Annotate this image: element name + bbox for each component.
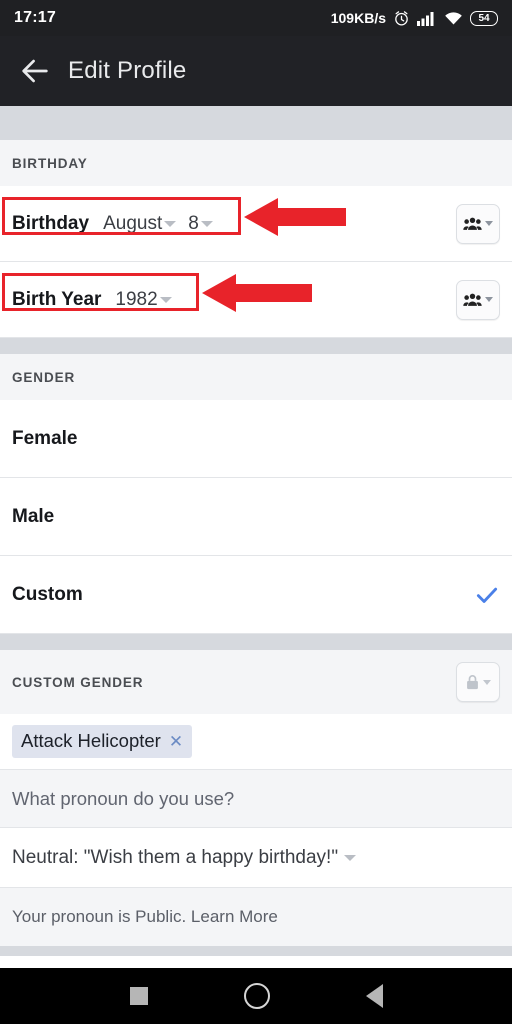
chevron-down-icon — [483, 679, 491, 685]
pronoun-placeholder-label: What pronoun do you use? — [12, 787, 235, 809]
birth-year-value[interactable]: 1982 — [115, 289, 157, 311]
pronoun-value[interactable]: Neutral: "Wish them a happy birthday!" — [12, 847, 338, 869]
section-header-label: BIRTHDAY — [12, 155, 88, 171]
wifi-icon — [444, 11, 463, 26]
page-title: Edit Profile — [68, 57, 187, 84]
chevron-down-icon[interactable] — [200, 220, 213, 227]
birth-year-label: Birth Year — [12, 288, 102, 310]
pronoun-privacy-note-row[interactable]: Your pronoun is Public. Learn More — [0, 888, 512, 946]
custom-gender-privacy-button[interactable] — [456, 662, 500, 702]
birthday-month-value[interactable]: August — [103, 213, 162, 235]
birthday-privacy-button[interactable] — [456, 203, 500, 244]
birth-year-row[interactable]: Birth Year 1982 — [0, 262, 512, 338]
section-header-gender: GENDER — [0, 354, 512, 400]
chevron-down-icon[interactable] — [344, 854, 357, 861]
checkmark-icon — [474, 582, 500, 608]
custom-gender-chip-row[interactable]: Attack Helicopter ✕ — [0, 714, 512, 770]
status-bar-clock: 17:17 — [14, 9, 56, 26]
section-header-label: CUSTOM GENDER — [12, 674, 144, 690]
friends-icon — [463, 292, 482, 307]
birthday-label: Birthday — [12, 212, 90, 234]
lock-icon — [465, 674, 480, 691]
alarm-icon — [393, 10, 410, 27]
chevron-down-icon — [485, 297, 493, 302]
section-spacer — [0, 338, 512, 354]
birthday-row[interactable]: Birthday August 8 — [0, 186, 512, 262]
gender-option-custom[interactable]: Custom — [0, 556, 512, 634]
pronoun-privacy-note: Your pronoun is Public. Learn More — [12, 907, 278, 926]
pronoun-select-row[interactable]: Neutral: "Wish them a happy birthday!" — [0, 828, 512, 888]
triangle-left-icon[interactable] — [365, 984, 383, 1008]
signal-icon — [417, 11, 437, 26]
battery-icon: 54 — [470, 10, 498, 26]
chevron-down-icon[interactable] — [164, 220, 177, 227]
square-icon[interactable] — [129, 987, 148, 1005]
status-bar-indicators: 109KB/s 54 — [331, 10, 498, 27]
gender-option-male[interactable]: Male — [0, 478, 512, 556]
section-header-birthday: BIRTHDAY — [0, 140, 512, 186]
gender-option-female[interactable]: Female — [0, 400, 512, 478]
section-spacer — [0, 106, 512, 140]
status-bar: 17:17 109KB/s 54 — [0, 0, 512, 36]
section-spacer — [0, 634, 512, 650]
section-spacer — [0, 946, 512, 956]
circle-icon[interactable] — [243, 983, 270, 1009]
app-bar: Edit Profile — [0, 36, 512, 106]
gender-option-label: Male — [12, 505, 55, 527]
birthday-day-value[interactable]: 8 — [188, 213, 199, 235]
network-rate-text: 109KB/s — [330, 10, 386, 26]
edit-profile-form: BIRTHDAY Birthday August 8 Birth Year 19… — [0, 106, 512, 956]
section-header-label: GENDER — [12, 369, 76, 385]
chip-label: Attack Helicopter — [21, 730, 161, 751]
pronoun-placeholder-row[interactable]: What pronoun do you use? — [0, 770, 512, 828]
chevron-down-icon — [485, 221, 493, 226]
friends-icon — [463, 216, 482, 231]
custom-gender-chip[interactable]: Attack Helicopter ✕ — [12, 725, 193, 758]
system-navigation-bar — [0, 968, 512, 1024]
phone-screen: 17:17 109KB/s 54 Edit Profile BIRTHDAY B… — [0, 0, 512, 1024]
section-header-custom-gender: CUSTOM GENDER — [0, 650, 512, 714]
back-arrow-icon[interactable] — [18, 54, 52, 88]
battery-level-text: 54 — [478, 12, 490, 24]
gender-option-label: Female — [12, 427, 78, 449]
birth-year-privacy-button[interactable] — [456, 279, 500, 320]
close-icon[interactable]: ✕ — [169, 733, 183, 750]
gender-option-label: Custom — [12, 583, 83, 605]
chevron-down-icon[interactable] — [159, 296, 172, 303]
